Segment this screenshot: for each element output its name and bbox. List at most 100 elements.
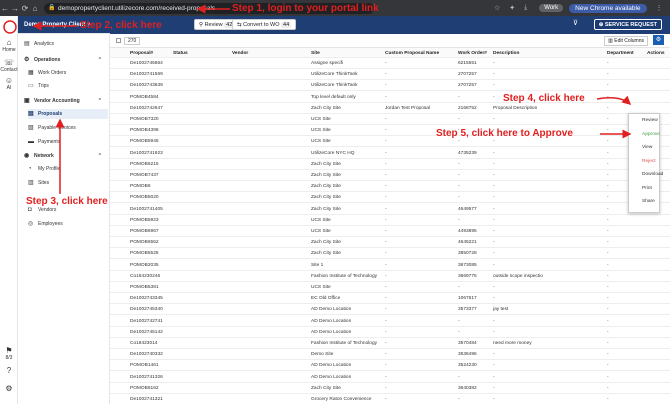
cell-id: De1002741569 xyxy=(130,72,163,78)
edit-columns-button[interactable]: ▥ Edit Columns xyxy=(604,36,648,46)
robot-icon: ☺ xyxy=(4,76,14,85)
table-row[interactable]: Co18423014Approved (Work Order)▪ Core De… xyxy=(110,338,670,349)
service-request-button[interactable]: ⊕ SERVICE REQUEST xyxy=(593,19,662,30)
menu-item-view[interactable]: View xyxy=(642,145,652,150)
cell-wo: 6215551 xyxy=(458,61,477,66)
cell-id: De1002743639 xyxy=(130,83,163,89)
table-row[interactable]: POMOB5525Approved (Work Order)▪ Demo Ser… xyxy=(110,248,670,260)
cell-custom: - xyxy=(385,240,387,246)
sidebar-item-employees[interactable]: ◎ Employees xyxy=(28,219,108,229)
table-row[interactable]: De1002740332Approved (Work Order)▪ Demo … xyxy=(110,349,670,361)
table-row[interactable]: De1002741326Approved▪ Demo Service Broke… xyxy=(110,372,670,383)
cell-site: UCS Site xyxy=(311,285,331,290)
download-icon[interactable]: ⤓ xyxy=(524,4,527,12)
cell-site: UCS Site xyxy=(311,128,331,134)
table-row[interactable]: POMOB4584Rejected▪ Demo Service BrokerTo… xyxy=(110,92,670,103)
cell-custom: - xyxy=(385,341,387,346)
cell-dept: - xyxy=(607,72,609,78)
cell-desc: - xyxy=(493,217,495,223)
cell-wo: - xyxy=(458,397,460,402)
sidebar-item-payable-invoices[interactable]: ▧ Payable Invoices xyxy=(28,123,108,133)
settings-icon[interactable]: ⚙ xyxy=(0,384,18,393)
cell-custom: - xyxy=(385,374,387,380)
convert-to-wo-filter-button[interactable]: ⇆ Convert to WO 44 xyxy=(232,19,297,30)
table-row[interactable]: De1002745340Approved (Work Order)▪ Demo … xyxy=(110,304,670,316)
filter-icon[interactable]: ⊽ xyxy=(573,19,578,27)
table-row[interactable]: De1002741923Rejected▪ Demo Service Broke… xyxy=(110,148,670,159)
table-row[interactable]: POMOB6552Approved (Work Order)▪ Demo Ser… xyxy=(110,237,670,249)
sidebar-item-payments[interactable]: ▬ Payments xyxy=(28,137,108,147)
bookmark-icon[interactable]: ☆ xyxy=(494,4,500,12)
menu-item-print[interactable]: Print xyxy=(642,186,652,191)
help-icon[interactable]: ? xyxy=(0,366,18,375)
table-row[interactable]: POMOB6Rejected▪ Demo Service BrokerZach … xyxy=(110,181,670,193)
menu-item-review[interactable]: Review xyxy=(642,118,658,123)
sidebar-item-trips[interactable]: ▭ Trips xyxy=(28,81,108,91)
cell-site: UtilizeCore NYC HQ xyxy=(311,150,355,156)
cell-wo: 4649577 xyxy=(458,206,477,212)
table-row[interactable]: POMOB5020Approved▪ Demo Service BrokerZa… xyxy=(110,192,670,204)
sidebar-item-my-profile[interactable]: ◔ My Profile xyxy=(28,164,108,174)
sidebar-item-work-orders[interactable]: ▦ Work Orders xyxy=(28,68,108,78)
table-header: Proposal# Status Vendor Site Custom Proposal… xyxy=(110,48,670,58)
table-row[interactable]: De1002745664Rejected▪ Demo Service Broke… xyxy=(110,58,670,69)
table-row[interactable]: POMOB7320Rejected▪ Demo Service BrokerUC… xyxy=(110,114,670,125)
cell-desc: jay test xyxy=(493,307,509,313)
cell-dept: - xyxy=(607,262,609,268)
table-row[interactable]: De1002745142Rejected▪ Demo Service Broke… xyxy=(110,327,670,338)
table-row[interactable]: De1002741569Rejected▪ Demo Service Broke… xyxy=(110,69,670,81)
table-row[interactable]: De1002743639Evaluating▪ Demo Service Bro… xyxy=(110,80,670,92)
sidebar-item-analytics[interactable]: ▤ Analytics xyxy=(24,39,104,49)
table-row[interactable]: POMOB5923Approved▪ Demo Service BrokerUC… xyxy=(110,215,670,226)
rail-contact[interactable]: ☏ Contact xyxy=(0,58,18,73)
cell-site: Zach City Site xyxy=(311,184,341,190)
menu-item-share[interactable]: Share xyxy=(642,199,655,204)
table-row[interactable]: De1002742741Rejected▪ Demo Service Broke… xyxy=(110,316,670,327)
cell-wo: - xyxy=(458,285,460,290)
update-chrome-button[interactable]: New Chrome available xyxy=(569,3,647,13)
table-row[interactable]: POMOB6162Approved (Work Order)▪ Demo Ser… xyxy=(110,383,670,394)
rail-home[interactable]: ⌂ Home xyxy=(0,38,18,53)
sidebar-section-network[interactable]: ◉ Network ⌃ xyxy=(24,151,104,161)
profile-button[interactable]: Work xyxy=(539,4,564,12)
table-row[interactable]: POMOB6967Approved (Work Order)▪ Demo Ser… xyxy=(110,226,670,237)
sidebar-item-sites[interactable]: ▥ Sites xyxy=(28,178,108,188)
cell-id: POMOB5020 xyxy=(130,195,159,201)
menu-item-approve[interactable]: Approve xyxy=(642,132,660,137)
table-row[interactable]: Co184230246Approved (Work Order)▪ Core D… xyxy=(110,271,670,282)
select-all-checkbox[interactable] xyxy=(116,38,121,43)
cell-site: UCS Site xyxy=(311,139,331,145)
back-icon[interactable]: ← xyxy=(0,4,10,13)
table-row[interactable]: De1002741321Approved▪ Demo Service Broke… xyxy=(110,394,670,404)
table-row[interactable]: POMOB4398Rejected▪ Demo Service BrokerUC… xyxy=(110,125,670,137)
cell-custom: - xyxy=(385,184,387,190)
table-row[interactable]: De1002743345Rejected▪ Demo Service Broke… xyxy=(110,293,670,305)
sidebar-item-proposals[interactable]: ▤ Proposals xyxy=(28,109,108,119)
menu-item-reject[interactable]: Reject xyxy=(642,159,656,164)
sidebar-section-vendor-accounting[interactable]: ▣ Vendor Accounting ⌃ xyxy=(24,96,104,106)
table-row[interactable]: POMOB6215Approved▪ Demo Service BrokerZa… xyxy=(110,159,670,170)
rail-ai[interactable]: ☺ AI xyxy=(0,76,18,91)
sidebar-section-operations[interactable]: ⚙ Operations ⌃ xyxy=(24,55,104,65)
cell-desc: outside scope inspection xyxy=(493,273,543,279)
cell-desc: - xyxy=(493,329,495,335)
menu-item-download[interactable]: Download xyxy=(642,172,663,177)
table-row[interactable]: De1002741405Approved (Work Order)▪ Demo … xyxy=(110,204,670,215)
home-icon[interactable]: ⌂ xyxy=(30,4,40,13)
forward-icon[interactable]: → xyxy=(10,4,20,13)
cell-desc: - xyxy=(493,385,495,391)
cell-custom: - xyxy=(385,173,387,178)
cell-custom: - xyxy=(385,262,387,268)
table-row[interactable]: POMOB5945Approved▪ UtilizeCore India Pvt… xyxy=(110,136,670,148)
cell-id: Co18423014 xyxy=(130,341,158,346)
table-row[interactable]: POMOB7437Rejected▪ Demo Service BrokerZa… xyxy=(110,170,670,181)
table-row[interactable]: POMOB2035Approved▪ QA UtilizecoreSite 1-… xyxy=(110,260,670,271)
menu-icon[interactable]: ⋮ xyxy=(656,4,663,12)
table-row[interactable]: POMOB5381Approved▪ UtilizeCore India Pvt… xyxy=(110,282,670,293)
table-row[interactable]: De1002742647Rejected▪ Demo Service Broke… xyxy=(110,103,670,114)
table-row[interactable]: POMOB1461Approved (Work Order)▪ Demo Ser… xyxy=(110,360,670,372)
extension-icon[interactable]: ✦ xyxy=(509,4,515,12)
cell-custom: - xyxy=(385,363,387,369)
reload-icon[interactable]: ⟳ xyxy=(20,4,30,13)
settings-icon[interactable]: ⚙ xyxy=(653,35,664,45)
